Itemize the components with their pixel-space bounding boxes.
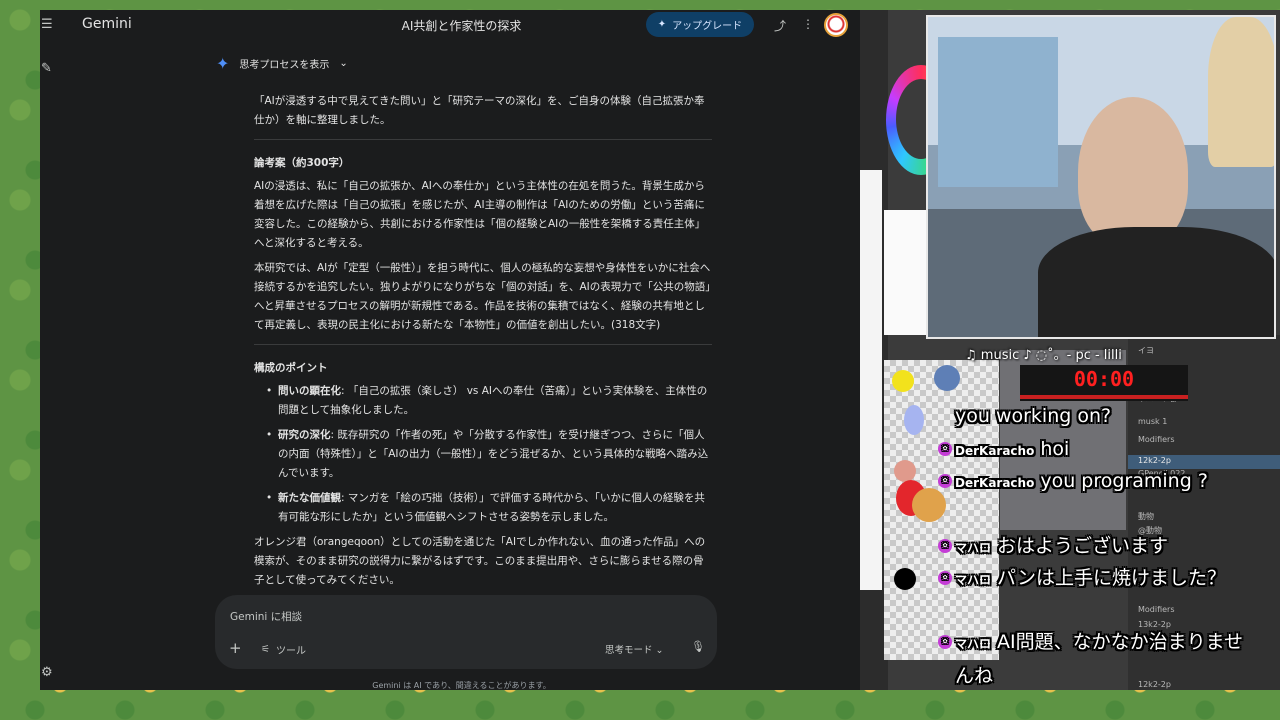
point-text: : 既存研究の「作者の死」や「分散する作家性」を受け継ぎつつ、さらに「個人の内面… [278,429,709,479]
gemini-spark-icon: ✦ [216,54,230,73]
draft-paragraph: 本研究では、AIが「定型（一般性）」を担う時代に、個人の極私的な妄想や身体性をい… [254,262,711,331]
disclaimer: Gemini は AI であり、間違えることがあります。 [372,681,551,690]
point-title: 研究の深化 [278,429,331,441]
user-badge-icon: ✿ [938,571,952,585]
thinking-label: 思考プロセスを表示 [239,60,330,71]
chat-text: おはようございます [997,535,1169,557]
chat-text: パンは上手に焼けました？ [997,567,1226,589]
side-rail: ☰ ✎ ⚙ [40,10,55,690]
user-badge-icon: ✿ [938,474,952,488]
draft-heading: 論考案（約300字） [254,157,350,169]
new-chat-icon[interactable]: ✎ [41,61,52,76]
chat-username: DerKaracho [955,476,1035,490]
points-heading: 構成のポイント [254,362,328,374]
point-title: 問いの顕在化 [278,385,341,397]
webcam-feed [926,15,1276,339]
swatch[interactable] [894,460,916,482]
upgrade-label: アップグレード [672,21,743,32]
more-options-icon[interactable]: ⋮ [802,17,814,31]
tools-icon: ⚟ [261,644,270,655]
divider [254,344,712,345]
music-label: ♫ music ♪ ◌˚。- pc - lilli [965,348,1122,363]
chat-text: you working on? [955,405,1112,427]
prompt-box[interactable]: Gemini に相談 + ⚟ ツール 思考モード ⌄ 🎙 [215,595,717,669]
user-badge-icon: ✿ [938,635,952,649]
intro-text: 「AIが浸透する中で見えてきた問い」と「研究テーマの深化」を、ご自身の体験（自己… [254,95,705,126]
chat-message: ✿ マハロ AI問題、なかなか治まりませんね [938,626,1245,692]
mode-selector[interactable]: 思考モード ⌄ [605,642,664,656]
list-item: 問いの顕在化: 「自己の拡張（楽しさ） vs AIへの奉仕（苦痛）」という実体験… [264,382,712,420]
chat-message: ✿ マハロ おはようございます [938,530,1245,564]
microphone-icon[interactable]: 🎙 [691,640,705,653]
sparkle-icon: ✦ [657,19,667,30]
swatch[interactable] [894,568,916,590]
wall-posters [938,37,1058,187]
draft-paragraph: AIの浸透は、私に「自己の拡張か、AIへの奉仕か」という主体性の在処を問うた。背… [254,180,706,249]
thinking-process-toggle[interactable]: ✦ 思考プロセスを表示 ⌄ [216,54,348,73]
chat-username: マハロ [955,541,992,555]
chat-text: AI問題、なかなか治まりませんね [955,631,1244,687]
divider [254,139,712,140]
swatch[interactable] [912,488,946,522]
chevron-down-icon: ⌄ [339,58,348,69]
point-text: : 「自己の拡張（楽しさ） vs AIへの奉仕（苦痛）」という実体験を、主体性の… [278,385,708,416]
mode-label: 思考モード [605,645,653,656]
user-badge-icon: ✿ [938,539,952,553]
person-head [1078,97,1188,247]
tools-label: ツール [275,646,306,657]
chat-text: you programing ? [1040,470,1208,492]
point-title: 新たな価値観 [278,492,341,504]
closing-text: オレンジ君（orangeqoon）としての活動を通じた「AIでしか作れない、血の… [254,536,706,586]
chat-username: マハロ [955,637,992,651]
tools-button[interactable]: ⚟ ツール [261,642,306,657]
prompt-input[interactable]: Gemini に相談 [230,609,302,624]
swatch[interactable] [892,370,914,392]
chat-text: hoi [1040,438,1070,460]
user-badge-icon: ✿ [938,442,952,456]
list-item: 研究の深化: 既存研究の「作者の死」や「分散する作家性」を受け継ぎつつ、さらに「… [264,426,712,483]
avatar[interactable] [824,13,848,37]
chat-message: ✿ DerKaracho you programing ? [938,465,1245,499]
chat-username: マハロ [955,573,992,587]
gemini-window: ☰ ✎ ⚙ Gemini AI共創と作家性の探求 ✦ アップグレード ⤴ ⋮ ✦… [40,10,860,690]
chevron-down-icon: ⌄ [655,645,664,656]
teddy-bear [1208,17,1274,167]
add-icon[interactable]: + [229,639,242,657]
person-body [1038,227,1274,337]
response-content: 「AIが浸透する中で見えてきた問い」と「研究テーマの深化」を、ご自身の体験（自己… [254,92,712,596]
list-item: 新たな価値観: マンガを「絵の巧拙（技術）」で評価する時代から、「いかに個人の経… [264,489,712,527]
settings-icon[interactable]: ⚙ [41,665,53,680]
upgrade-button[interactable]: ✦ アップグレード [646,12,754,37]
share-icon[interactable]: ⤴ [774,17,786,34]
canvas-strip [860,170,882,590]
chat-message: ✿ マハロ パンは上手に焼けました？ [938,562,1245,596]
chat-username: DerKaracho [955,444,1035,458]
swatch[interactable] [904,405,924,435]
point-text: : マンガを「絵の巧拙（技術）」で評価する時代から、「いかに個人の経験を共有可能… [278,492,705,523]
stream-chat: ♫ music ♪ ◌˚。- pc - lilli you working on… [938,340,1280,720]
sketch-thumbnail [884,210,928,335]
chat-message: you working on? [955,400,1245,432]
points-list: 問いの顕在化: 「自己の拡張（楽しさ） vs AIへの奉仕（苦痛）」という実体験… [264,382,712,527]
chat-message: ✿ DerKaracho hoi [938,433,1245,467]
